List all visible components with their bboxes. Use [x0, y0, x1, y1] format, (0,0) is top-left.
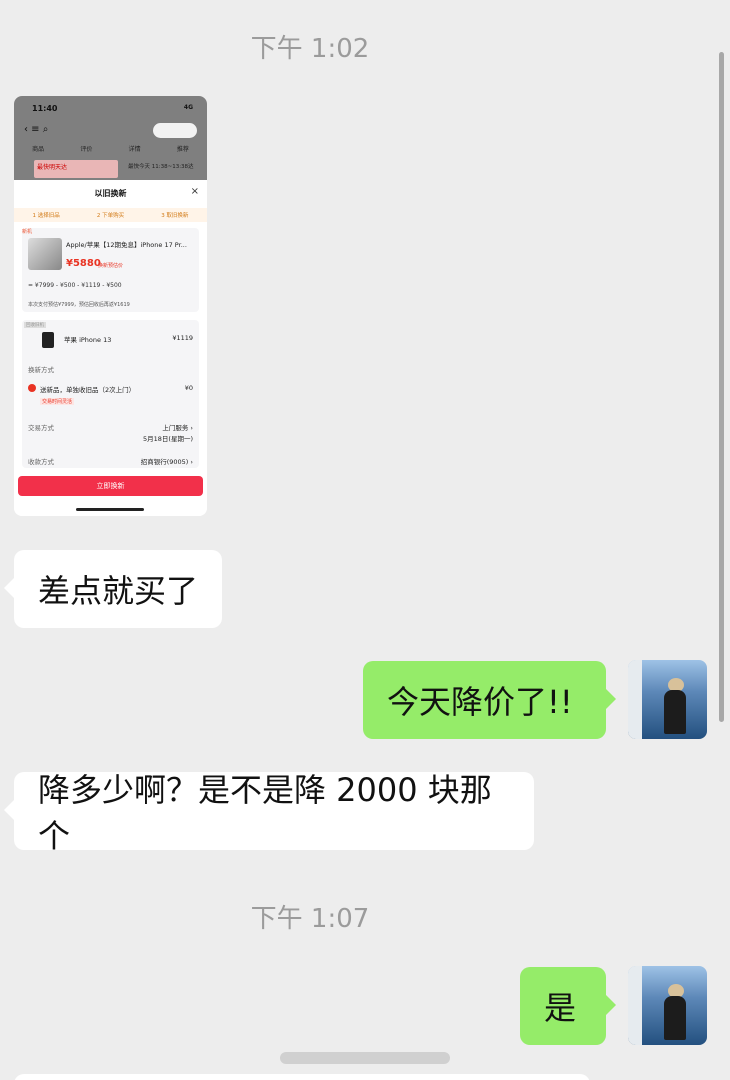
screenshot-trade-in-button: 立即换新: [18, 476, 203, 496]
screenshot-old-tag: 回收旧机: [24, 322, 46, 328]
screenshot-signal: 4G: [183, 104, 193, 111]
screenshot-trade-label: 交易方式: [28, 424, 54, 432]
screenshot-old-name: 苹果 iPhone 13: [64, 336, 112, 344]
screenshot-tab: 详情: [128, 146, 141, 153]
screenshot-tab: 推荐: [176, 146, 189, 153]
check-icon: [28, 384, 36, 392]
screenshot-step: 1 选择旧品: [32, 213, 60, 219]
avatar-rail: [628, 966, 642, 1045]
screenshot-trade-value: 上门服务 ›: [162, 424, 193, 432]
screenshot-old-value: ¥1119: [172, 334, 193, 342]
screenshot-promo: 最快明天达: [34, 160, 118, 178]
screenshot-tabs: 商品 评价 详情 推荐: [14, 144, 207, 153]
avatar[interactable]: [628, 966, 707, 1045]
message-text: 是: [544, 989, 577, 1027]
screenshot-step: 3 取旧换新: [161, 213, 189, 219]
screenshot-new-tag: 新机: [22, 229, 33, 235]
scrollbar[interactable]: [719, 52, 724, 722]
shared-screenshot-image[interactable]: 11:40 4G ‹ ≡ ⌕ 商品 评价 详情 推荐 最快明天达 最快今天 11…: [14, 96, 207, 516]
screenshot-tab: 评价: [80, 146, 93, 153]
screenshot-steps: 1 选择旧品 2 下单购买 3 取旧换新: [14, 208, 207, 222]
screenshot-step: 2 下单购买: [96, 213, 125, 219]
message-text: 降多少啊？是不是降 2000 块那个: [38, 771, 492, 855]
screenshot-price-note: 换新预估价: [98, 263, 124, 269]
avatar[interactable]: [628, 660, 707, 739]
screenshot-pay-value: 招商银行(9005) ›: [140, 458, 193, 466]
avatar-figure: [664, 996, 686, 1040]
screenshot-price: ¥5880: [66, 258, 101, 269]
close-icon: ×: [190, 186, 199, 197]
screenshot-calc-note: 本次支付预估¥7999，预估回收后再返¥1619: [28, 302, 130, 308]
next-message-bubble[interactable]: [14, 1074, 590, 1080]
timestamp: 下午 1:07: [250, 904, 370, 934]
screenshot-pay-label: 收款方式: [28, 458, 54, 466]
screenshot-trade-date: 5月18日(星期一): [143, 435, 193, 443]
phone-image: [28, 238, 62, 270]
message-bubble-received[interactable]: 降多少啊？是不是降 2000 块那个: [4, 771, 534, 855]
avatar-rail: [628, 660, 642, 739]
screenshot-promo-sub: 最快今天 11:38~13:38达: [128, 164, 194, 170]
avatar-figure: [664, 690, 686, 734]
obscured-bar: [280, 1052, 450, 1064]
screenshot-status-time: 11:40: [32, 104, 58, 113]
message-bubble-sent[interactable]: 是: [520, 967, 616, 1045]
screenshot-option-tag: 交易时间灵活: [40, 398, 75, 405]
screenshot-sheet-title: 以旧换新: [94, 189, 127, 198]
screenshot-calc: = ¥7999 - ¥500 - ¥1119 - ¥500: [28, 282, 122, 289]
screenshot-product-name: Apple/苹果【12期免息】iPhone 17 Pr...: [66, 241, 187, 249]
message-text: 差点就买了: [38, 572, 199, 610]
screenshot-nav-icons: ‹ ≡ ⌕: [24, 124, 49, 135]
message-text: 今天降价了!!: [387, 683, 573, 721]
screenshot-option-value: ¥0: [184, 384, 193, 392]
timestamp: 下午 1:02: [250, 34, 370, 64]
message-bubble-sent[interactable]: 今天降价了!!: [363, 661, 616, 739]
screenshot-home-indicator: [76, 508, 144, 511]
screenshot-capsule: [153, 123, 197, 138]
screenshot-tab: 商品: [32, 146, 45, 153]
message-bubble-received[interactable]: 差点就买了: [4, 550, 222, 628]
screenshot-method-label: 换新方式: [28, 366, 54, 374]
old-phone-image: [42, 332, 54, 348]
screenshot-option: 送新品，单独收旧品（2次上门）: [40, 386, 136, 394]
